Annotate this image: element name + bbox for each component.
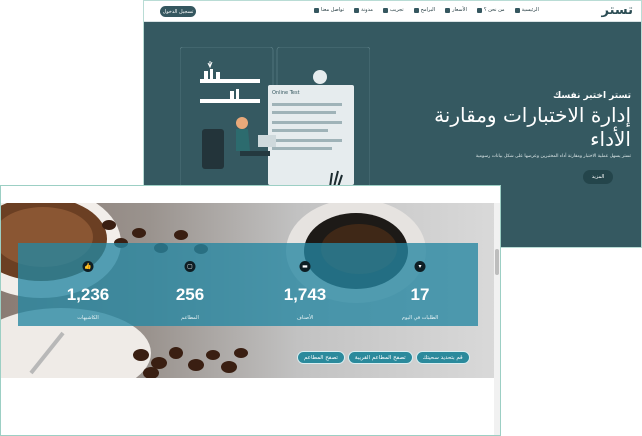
hero-illustration: Online Test: [180, 47, 370, 187]
hero-title: تستر اختبر نفسك: [553, 91, 631, 101]
stat-value: 17: [410, 285, 430, 304]
home-icon: [514, 7, 520, 13]
phone-icon: [314, 7, 319, 13]
stat-value: 256: [175, 285, 205, 304]
browse-restaurants-button[interactable]: تصفح المطاعم: [297, 351, 345, 364]
stat-value: 1,743: [283, 285, 327, 304]
browse-nearby-restaurants-button[interactable]: تصفح المطاعم القريبة: [347, 351, 413, 364]
thumbs-up-icon: 👍: [82, 261, 94, 272]
menu-item-prices[interactable]: الأسعار: [445, 7, 467, 13]
illustration-title: Online Test: [272, 90, 300, 96]
grid-icon: [413, 7, 419, 13]
stat-label: الكاشيهات: [77, 315, 99, 321]
stat-orders: ▾ 17 الطلبات في اليوم: [365, 243, 475, 326]
hero-description: تستر يسهل عملية الاختبار ومقارنة أداء ال…: [475, 154, 631, 159]
users-icon: [476, 7, 482, 13]
stat-label: الأصناف: [296, 315, 314, 321]
store-icon: ▢: [184, 261, 196, 272]
stat-restaurants: ▢ 256 المطاعم: [135, 243, 245, 326]
stats-panel: 👍 1,236 الكاشيهات ▢ 256 المطاعم ▬ 1,743 …: [18, 243, 478, 326]
stat-items: ▬ 1,743 الأصناف: [250, 243, 360, 326]
menu-icon: ▬: [299, 261, 311, 272]
menu-item-programs[interactable]: البرامج: [413, 7, 435, 13]
menu-item-home[interactable]: الرئيسية: [514, 7, 539, 13]
hero-heading: إدارة الاختبارات ومقارنة الأداء: [434, 103, 631, 151]
action-buttons: قم بتحديد سحيتك تصفح المطاعم القريبة تصف…: [297, 351, 470, 364]
edit-icon: [382, 7, 388, 13]
tag-icon: [445, 7, 451, 13]
select-location-button[interactable]: قم بتحديد سحيتك: [415, 351, 470, 364]
top-navbar: تسجيل الدخول الرئيسية من نحن ؟ الأسعار ا…: [144, 1, 641, 22]
stat-label: المطاعم: [181, 315, 199, 321]
menu-item-trial[interactable]: تجريب: [382, 7, 404, 13]
front-window: 👍 1,236 الكاشيهات ▢ 256 المطاعم ▬ 1,743 …: [0, 185, 501, 436]
stat-value: 1,236: [66, 285, 110, 304]
stat-label: الطلبات في اليوم: [401, 315, 439, 321]
menu-item-blog[interactable]: مدونة: [354, 7, 373, 13]
book-icon: [354, 7, 360, 13]
vertical-scrollbar[interactable]: [494, 203, 500, 435]
stat-cafes: 👍 1,236 الكاشيهات: [33, 243, 143, 326]
login-button[interactable]: تسجيل الدخول: [160, 6, 196, 17]
menu-item-contact[interactable]: تواصل معنا: [314, 7, 344, 13]
trophy-icon: ▾: [414, 261, 426, 272]
site-logo[interactable]: تستر: [601, 3, 633, 18]
more-button[interactable]: المزيد: [583, 170, 613, 184]
main-menu: الرئيسية من نحن ؟ الأسعار البرامج تجريب …: [314, 7, 539, 13]
scrollbar-thumb[interactable]: [495, 249, 499, 275]
menu-item-about[interactable]: من نحن ؟: [476, 7, 505, 13]
